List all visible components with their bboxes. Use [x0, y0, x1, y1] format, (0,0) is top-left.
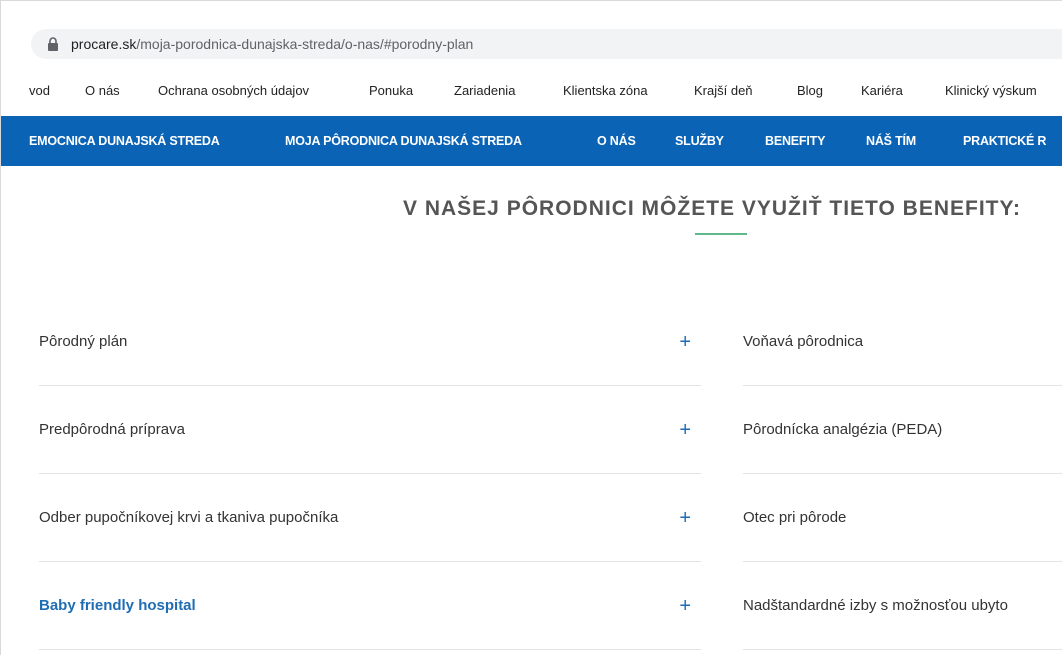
top-nav-item-klinicky-vyskum[interactable]: Klinický výskum — [945, 83, 1037, 98]
main-nav-item-o-nas[interactable]: O NÁS — [597, 134, 636, 148]
accordion-item-nadstandardne-izby[interactable]: Nadštandardné izby s možnosťou ubyto — [743, 562, 1062, 650]
top-nav-item-uvod[interactable]: vod — [29, 83, 50, 98]
accordion-item-porodny-plan[interactable]: Pôrodný plán + — [39, 298, 701, 386]
plus-icon[interactable]: + — [679, 420, 691, 440]
main-nav-item-moja-porodnica[interactable]: MOJA PÔRODNICA DUNAJSKÁ STREDA — [285, 134, 522, 148]
top-nav-item-ponuka[interactable]: Ponuka — [369, 83, 413, 98]
main-nav-item-nas-tim[interactable]: NÁŠ TÍM — [866, 134, 916, 148]
main-nav-item-benefity[interactable]: BENEFITY — [765, 134, 825, 148]
top-navigation: vod O nás Ochrana osobných údajov Ponuka… — [1, 69, 1062, 111]
top-nav-item-zariadenia[interactable]: Zariadenia — [454, 83, 515, 98]
browser-window: procare.sk/moja-porodnica-dunajska-stred… — [0, 0, 1062, 655]
accordion-item-otec-pri-porode[interactable]: Otec pri pôrode — [743, 474, 1062, 562]
accordion-label: Nadštandardné izby s možnosťou ubyto — [743, 597, 1008, 614]
main-navigation: EMOCNICA DUNAJSKÁ STREDA MOJA PÔRODNICA … — [1, 116, 1062, 166]
heading-divider — [695, 233, 747, 235]
top-nav-item-ochrana-udajov[interactable]: Ochrana osobných údajov — [158, 83, 309, 98]
accordion-item-vonava-porodnica[interactable]: Voňavá pôrodnica — [743, 298, 1062, 386]
plus-icon[interactable]: + — [679, 332, 691, 352]
plus-icon[interactable]: + — [679, 596, 691, 616]
lock-icon — [48, 37, 58, 51]
accordion-label: Predpôrodná príprava — [39, 421, 185, 438]
top-nav-item-klientska-zona[interactable]: Klientska zóna — [563, 83, 648, 98]
main-nav-item-nemocnica[interactable]: EMOCNICA DUNAJSKÁ STREDA — [29, 134, 220, 148]
main-nav-item-prakticke[interactable]: PRAKTICKÉ R — [963, 134, 1046, 148]
accordion-label: Otec pri pôrode — [743, 509, 847, 526]
section-heading: V NAŠEJ PÔRODNICI MÔŽETE VYUŽIŤ TIETO BE… — [403, 197, 1021, 220]
main-nav-item-sluzby[interactable]: SLUŽBY — [675, 134, 724, 148]
url-domain: procare.sk — [71, 36, 137, 52]
accordion-label: Odber pupočníkovej krvi a tkaniva pupočn… — [39, 509, 339, 526]
accordion-label: Voňavá pôrodnica — [743, 333, 864, 350]
url-path: /moja-porodnica-dunajska-streda/o-nas/#p… — [136, 36, 474, 52]
top-nav-item-krajsi-den[interactable]: Krajší deň — [694, 83, 753, 98]
accordion-label: Pôrodnícka analgézia (PEDA) — [743, 421, 943, 438]
accordion-item-odber-pupocnikovej-krvi[interactable]: Odber pupočníkovej krvi a tkaniva pupočn… — [39, 474, 701, 562]
top-nav-item-kariera[interactable]: Kariéra — [861, 83, 903, 98]
address-bar[interactable]: procare.sk/moja-porodnica-dunajska-stred… — [31, 29, 1062, 59]
accordion-item-predporodna-priprava[interactable]: Predpôrodná príprava + — [39, 386, 701, 474]
accordion-label: Pôrodný plán — [39, 333, 128, 350]
top-nav-item-o-nas[interactable]: O nás — [85, 83, 120, 98]
accordion-label-active[interactable]: Baby friendly hospital — [39, 597, 196, 614]
accordion-item-baby-friendly-hospital[interactable]: Baby friendly hospital + — [39, 562, 701, 650]
plus-icon[interactable]: + — [679, 508, 691, 528]
accordion-item-porodnicka-analgezia[interactable]: Pôrodnícka analgézia (PEDA) — [743, 386, 1062, 474]
top-nav-item-blog[interactable]: Blog — [797, 83, 823, 98]
